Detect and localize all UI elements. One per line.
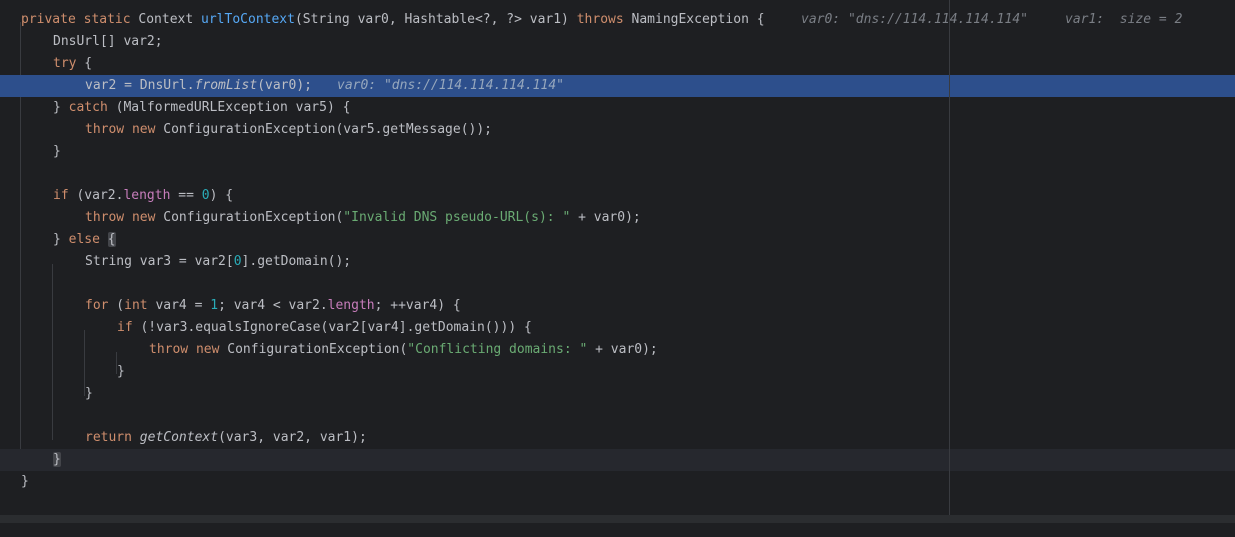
code-text: ].getDomain();: [241, 254, 352, 269]
code-line[interactable]: String var3 = var2[0].getDomain();: [0, 251, 1235, 273]
code-line[interactable]: if (!var3.equalsIgnoreCase(var2[var4].ge…: [0, 317, 1235, 339]
try-keyword: try: [53, 56, 77, 71]
code-text: ; var4 < var2.: [218, 298, 328, 313]
code-text: + var0);: [570, 210, 641, 225]
method-name: urlToContext: [201, 12, 295, 27]
number-literal: 0: [201, 188, 210, 203]
return-keyword: return: [85, 430, 132, 445]
code-text: (var0);: [257, 78, 312, 93]
code-line[interactable]: }: [0, 383, 1235, 405]
code-line[interactable]: throw new ConfigurationException("Invali…: [0, 207, 1235, 229]
code-text: DnsUrl[] var2;: [53, 34, 163, 49]
code-line[interactable]: }: [0, 361, 1235, 383]
else-keyword: else: [68, 232, 100, 247]
code-text: }: [85, 386, 93, 401]
code-editor[interactable]: private static Context urlToContext(Stri…: [0, 0, 1235, 515]
code-text: ==: [170, 188, 202, 203]
int-keyword: int: [124, 298, 148, 313]
code-line[interactable]: if (var2.length == 0) {: [0, 185, 1235, 207]
code-text: (var3, var2, var1);: [218, 430, 367, 445]
exception-type: NamingException {: [631, 12, 765, 27]
code-text: }: [53, 144, 61, 159]
matched-brace: {: [107, 232, 116, 247]
code-text: {: [76, 56, 93, 71]
code-line[interactable]: try {: [0, 53, 1235, 75]
number-literal: 0: [233, 254, 242, 269]
code-text: }: [53, 232, 69, 247]
code-text: (MalformedURLException var5) {: [107, 100, 351, 115]
catch-keyword: catch: [68, 100, 108, 115]
code-text: ConfigurationException(var5.getMessage()…: [155, 122, 492, 137]
code-line[interactable]: }: [0, 141, 1235, 163]
code-line[interactable]: } catch (MalformedURLException var5) {: [0, 97, 1235, 119]
code-text: var2 = DnsUrl.: [85, 78, 195, 93]
return-type: Context: [138, 12, 194, 27]
inline-debug-value-var1: var1: size = 2: [1065, 12, 1183, 27]
code-text: ; ++var4) {: [374, 298, 461, 313]
code-text: (var2.: [68, 188, 124, 203]
caret-line[interactable]: }: [0, 449, 1235, 471]
code-line[interactable]: throw new ConfigurationException(var5.ge…: [0, 119, 1235, 141]
code-text: var4 =: [147, 298, 211, 313]
code-text: ) {: [209, 188, 234, 203]
right-margin-guide: [949, 0, 950, 515]
if-keyword: if: [117, 320, 133, 335]
string-literal: "Conflicting domains: ": [407, 342, 588, 357]
throw-new-keyword: throw new: [149, 342, 220, 357]
static-method-call: fromList: [194, 78, 258, 93]
throws-keyword: throws: [576, 12, 624, 27]
code-text: ConfigurationException(: [155, 210, 344, 225]
code-text: + var0);: [587, 342, 658, 357]
field-length: length: [123, 188, 171, 203]
code-text: ConfigurationException(: [219, 342, 408, 357]
horizontal-scrollbar[interactable]: [0, 515, 1235, 523]
for-keyword: for: [85, 298, 109, 313]
code-line[interactable]: } else {: [0, 229, 1235, 251]
code-text: (: [108, 298, 125, 313]
matched-brace: }: [53, 452, 61, 467]
code-line[interactable]: throw new ConfigurationException("Confli…: [0, 339, 1235, 361]
inline-debug-value-var0: var0: "dns://114.114.114.114": [337, 78, 564, 93]
method-params: (String var0, Hashtable<?, ?> var1): [294, 12, 569, 27]
code-line[interactable]: }: [0, 471, 1235, 493]
code-text: }: [53, 100, 69, 115]
field-length: length: [327, 298, 375, 313]
code-line[interactable]: for (int var4 = 1; var4 < var2.length; +…: [0, 295, 1235, 317]
code-text: String var3 = var2[: [85, 254, 234, 269]
code-text: (!var3.equalsIgnoreCase(var2[var4].getDo…: [132, 320, 532, 335]
static-method-call: getContext: [139, 430, 219, 445]
code-text: }: [117, 364, 125, 379]
modifier-keywords: private static: [21, 12, 131, 27]
code-line[interactable]: DnsUrl[] var2;: [0, 31, 1235, 53]
inline-debug-value-var0: var0: "dns://114.114.114.114": [801, 12, 1028, 27]
if-keyword: if: [53, 188, 69, 203]
string-literal: "Invalid DNS pseudo-URL(s): ": [343, 210, 571, 225]
number-literal: 1: [210, 298, 219, 313]
execution-point-line[interactable]: var2 = DnsUrl.fromList(var0); var0: "dns…: [0, 75, 1235, 97]
code-text: }: [21, 474, 29, 489]
throw-new-keyword: throw new: [85, 122, 156, 137]
code-line-method-signature[interactable]: private static Context urlToContext(Stri…: [0, 9, 1235, 31]
code-line[interactable]: return getContext(var3, var2, var1);: [0, 427, 1235, 449]
throw-new-keyword: throw new: [85, 210, 156, 225]
